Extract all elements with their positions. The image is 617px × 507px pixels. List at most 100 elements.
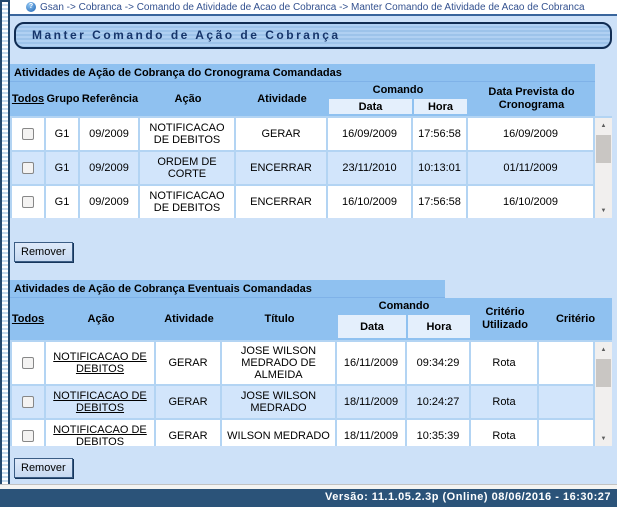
cell-acao: NOTIFICACAO DE DEBITOS [140,118,236,150]
column-header-atividade: Atividade [236,82,328,116]
row-checkbox[interactable] [22,128,34,140]
cell-criterio [539,386,595,418]
column-header-comando: Comando [337,298,471,315]
column-header-grupo: Grupo [46,82,80,116]
scroll-down-icon[interactable]: ▼ [595,431,612,446]
table-row: NOTIFICACAO DE DEBITOS GERAR JOSE WILSON… [10,386,595,420]
page-title: Manter Comando de Ação de Cobrança [14,22,612,49]
eventuais-table: Atividades de Ação de Cobrança Eventuais… [10,280,617,478]
vertical-scrollbar[interactable]: ▲ ▼ [595,342,612,446]
column-header-comando-group: Comando Data Hora [328,82,468,116]
remove-eventuais-button[interactable]: Remover [14,458,73,478]
cell-criterio-utilizado: Rota [471,386,539,418]
column-header-acao: Ação [140,82,236,116]
eventuais-table-title: Atividades de Ação de Cobrança Eventuais… [10,280,445,298]
table-row: G1 09/2009 ORDEM DE CORTE ENCERRAR 23/11… [10,152,595,186]
cronograma-rows-scroll-area: G1 09/2009 NOTIFICACAO DE DEBITOS GERAR … [10,116,612,218]
acao-link[interactable]: NOTIFICACAO DE DEBITOS [48,351,152,375]
scrollbar-thumb[interactable] [596,359,611,387]
cell-referencia: 09/2009 [80,118,140,150]
cell-comando-hora: 09:34:29 [407,342,471,384]
cell-comando-hora: 17:56:58 [413,118,468,150]
breadcrumb: ? Gsan -> Cobranca -> Comando de Ativida… [10,0,617,16]
table-row: NOTIFICACAO DE DEBITOS GERAR WILSON MEDR… [10,420,595,446]
cell-atividade: GERAR [236,118,328,150]
cell-comando-data: 16/09/2009 [328,118,413,150]
cell-grupo: G1 [46,152,80,184]
cell-referencia: 09/2009 [80,152,140,184]
table-row: NOTIFICACAO DE DEBITOS GERAR JOSE WILSON… [10,342,595,386]
column-header-criterio-utilizado: Critério Utilizado [471,298,539,340]
table-row: G1 09/2009 NOTIFICACAO DE DEBITOS GERAR … [10,118,595,152]
cell-data-prevista: 01/11/2009 [468,152,595,184]
cronograma-table: Atividades de Ação de Cobrança do Cronog… [10,64,617,262]
row-checkbox[interactable] [22,357,34,369]
scroll-down-icon[interactable]: ▼ [595,203,612,218]
cell-comando-data: 18/11/2009 [337,420,407,446]
cell-comando-data: 23/11/2010 [328,152,413,184]
column-header-comando: Comando [328,82,468,99]
column-header-titulo: Título [222,298,337,340]
row-checkbox[interactable] [22,196,34,208]
cell-criterio-utilizado: Rota [471,342,539,384]
cell-criterio [539,342,595,384]
column-header-hora: Hora [414,99,467,114]
column-header-data: Data [329,99,412,114]
acao-link[interactable]: NOTIFICACAO DE DEBITOS [48,390,152,414]
column-header-comando-group: Comando Data Hora [337,298,471,340]
cell-comando-data: 18/11/2009 [337,386,407,418]
version-text: Versão: 11.1.05.2.3p (Online) 08/06/2016… [325,491,611,503]
cell-data-prevista: 16/10/2009 [468,186,595,218]
cell-comando-hora: 17:56:58 [413,186,468,218]
cell-titulo: JOSE WILSON MEDRADO DE ALMEIDA [222,342,337,384]
cell-titulo: JOSE WILSON MEDRADO [222,386,337,418]
cell-data-prevista: 16/09/2009 [468,118,595,150]
cell-comando-data: 16/11/2009 [337,342,407,384]
column-header-data-prevista: Data Prevista do Cronograma [468,82,595,116]
remove-cronograma-button[interactable]: Remover [14,242,73,262]
help-icon: ? [26,2,36,12]
cell-atividade: ENCERRAR [236,152,328,184]
main-content: Manter Comando de Ação de Cobrança Ativi… [10,16,617,484]
cell-atividade: GERAR [156,420,222,446]
left-frame-edge [0,0,10,488]
cronograma-table-title: Atividades de Ação de Cobrança do Cronog… [10,64,595,82]
acao-link[interactable]: NOTIFICACAO DE DEBITOS [48,424,152,446]
row-checkbox[interactable] [22,430,34,442]
scroll-up-icon[interactable]: ▲ [595,342,612,357]
select-all-eventuais-link[interactable]: Todos [12,313,44,326]
column-header-hora: Hora [408,315,470,338]
vertical-scrollbar[interactable]: ▲ ▼ [595,118,612,218]
cell-atividade: ENCERRAR [236,186,328,218]
cell-referencia: 09/2009 [80,186,140,218]
column-header-referencia: Referência [80,82,140,116]
cell-comando-data: 16/10/2009 [328,186,413,218]
select-all-cronograma-link[interactable]: Todos [12,93,44,106]
cell-grupo: G1 [46,186,80,218]
scrollbar-thumb[interactable] [596,135,611,163]
version-status-bar: Versão: 11.1.05.2.3p (Online) 08/06/2016… [0,489,617,507]
cell-titulo: WILSON MEDRADO [222,420,337,446]
row-checkbox[interactable] [22,396,34,408]
table-row: G1 09/2009 NOTIFICACAO DE DEBITOS ENCERR… [10,186,595,218]
cronograma-table-header: Todos Grupo Referência Ação Atividade Co… [10,82,595,116]
column-header-data: Data [338,315,406,338]
eventuais-rows-scroll-area: NOTIFICACAO DE DEBITOS GERAR JOSE WILSON… [10,340,612,446]
cell-acao: ORDEM DE CORTE [140,152,236,184]
cell-atividade: GERAR [156,386,222,418]
cell-atividade: GERAR [156,342,222,384]
cell-comando-hora: 10:24:27 [407,386,471,418]
cell-comando-hora: 10:13:01 [413,152,468,184]
cell-criterio-utilizado: Rota [471,420,539,446]
column-header-acao: Ação [46,298,156,340]
breadcrumb-trail[interactable]: Gsan -> Cobranca -> Comando de Atividade… [40,2,585,13]
column-header-atividade: Atividade [156,298,222,340]
cell-comando-hora: 10:35:39 [407,420,471,446]
cell-criterio [539,420,595,446]
row-checkbox[interactable] [22,162,34,174]
column-header-criterio: Critério [539,298,612,340]
cell-grupo: G1 [46,118,80,150]
scroll-up-icon[interactable]: ▲ [595,118,612,133]
eventuais-table-header: Todos Ação Atividade Título Comando Data… [10,298,612,340]
cell-acao: NOTIFICACAO DE DEBITOS [140,186,236,218]
